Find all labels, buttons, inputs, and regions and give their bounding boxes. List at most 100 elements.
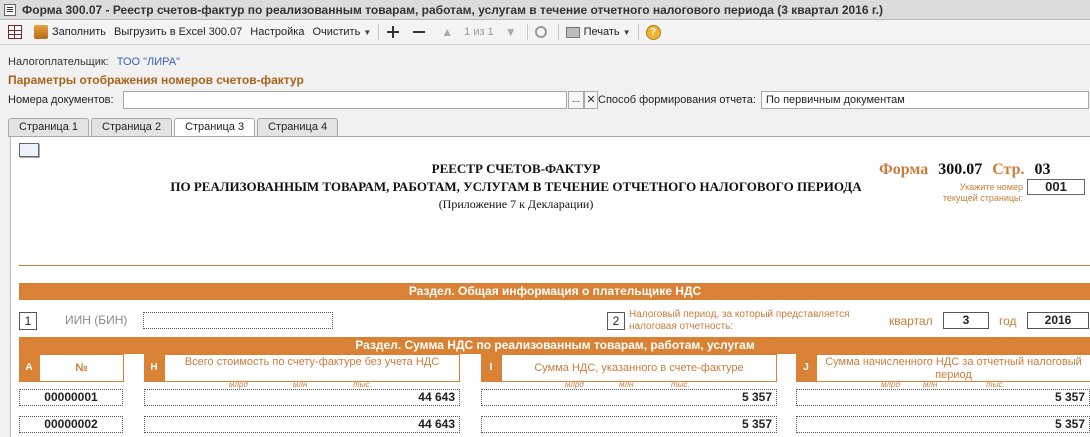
column-header-total: H Всего стоимость по счету-фактуре без у… — [144, 354, 460, 382]
method-select[interactable]: По первичным документам — [761, 91, 1089, 109]
iin-input[interactable] — [143, 312, 333, 329]
arrow-up-icon: ▲ — [441, 25, 454, 39]
cell-number[interactable]: 00000001 — [19, 389, 123, 406]
form-label: Форма — [879, 161, 929, 178]
params-title: Параметры отображения номеров счетов-фак… — [8, 73, 304, 87]
page-number-input[interactable]: 001 — [1027, 179, 1085, 195]
clear-label: Очистить — [312, 26, 361, 38]
dropdown-arrow-icon: ▼ — [622, 27, 631, 37]
add-button[interactable] — [382, 22, 408, 42]
unit-ths: тыс. — [986, 380, 1005, 389]
unit-bln: млрд — [881, 380, 900, 389]
year-input[interactable]: 2016 — [1027, 312, 1089, 329]
column-caption-vat: Сумма НДС, указанного в счете-фактуре — [501, 354, 777, 382]
unit-ths: тыс. — [671, 380, 690, 389]
report-appendix: (Приложение 7 к Декларации) — [438, 197, 594, 211]
search-button[interactable] — [531, 22, 555, 42]
sheet-selector[interactable] — [19, 143, 39, 157]
settings-label: Настройка — [250, 26, 305, 38]
fill-label: Заполнить — [52, 26, 107, 38]
cell-number[interactable]: 00000002 — [19, 416, 123, 433]
iin-label: ИИН (БИН) — [65, 313, 128, 327]
cell-total[interactable]: 44 643 — [144, 389, 460, 406]
form-icon — [4, 3, 16, 16]
form-number: 300.07 — [938, 161, 983, 178]
export-excel-button[interactable]: Выгрузить в Excel 300.07 — [110, 22, 246, 42]
docs-label: Номера документов: — [8, 94, 114, 106]
tab-page-3[interactable]: Страница 3 — [174, 118, 256, 137]
docs-browse-button[interactable]: ... — [568, 91, 584, 109]
taxpayer-label: Налогоплательщик: — [8, 56, 109, 68]
prev-page-button[interactable]: ▲ — [434, 22, 460, 42]
page-label: Стр. — [992, 161, 1025, 178]
unit-bln: млрд — [565, 380, 584, 389]
unit-mln: млн — [923, 380, 938, 389]
cell-vat[interactable]: 5 357 — [481, 389, 777, 406]
unit-mln: млн — [293, 380, 308, 389]
params-row: Номера документов: ... ✕ Способ формиров… — [8, 91, 1089, 109]
remove-button[interactable] — [408, 22, 434, 42]
minus-icon — [412, 25, 426, 39]
tab-page-2[interactable]: Страница 2 — [91, 118, 173, 136]
page-tabs: Страница 1 Страница 2 Страница 3 Страниц… — [8, 118, 340, 137]
dropdown-arrow-icon: ▼ — [363, 27, 372, 37]
section-vat-sales: Раздел. Сумма НДС по реализованным товар… — [19, 337, 1090, 354]
year-label: год — [999, 314, 1017, 328]
help-button[interactable]: ? — [642, 22, 665, 42]
help-icon: ? — [645, 24, 661, 40]
column-letter-a: A — [25, 362, 33, 373]
plus-icon — [386, 25, 400, 39]
search-icon — [534, 26, 547, 38]
docs-clear-button[interactable]: ✕ — [584, 91, 598, 109]
column-caption-number: № — [39, 354, 124, 382]
section-general-info: Раздел. Общая информация о плательщике Н… — [19, 283, 1090, 300]
tab-page-4[interactable]: Страница 4 — [257, 118, 339, 136]
table-view-button[interactable] — [4, 22, 30, 42]
column-letter-i: I — [489, 362, 493, 373]
window-titlebar: Форма 300.07 - Реестр счетов-фактур по р… — [0, 0, 1090, 20]
toolbar-separator — [378, 24, 380, 40]
clear-button[interactable]: Очистить ▼ — [308, 22, 375, 42]
quarter-label: квартал — [889, 314, 933, 328]
tab-page-1[interactable]: Страница 1 — [8, 118, 90, 136]
column-letter-j: J — [803, 362, 809, 373]
settings-button[interactable]: Настройка — [246, 22, 308, 42]
docs-number-input[interactable] — [123, 91, 567, 109]
toolbar-separator — [557, 24, 559, 40]
page-hint: Укажите номер текущей страницы: — [942, 182, 1023, 203]
field-number-1: 1 — [19, 312, 37, 330]
page-number: 03 — [1034, 161, 1051, 178]
toolbar-separator — [526, 24, 528, 40]
export-label: Выгрузить в Excel 300.07 — [114, 26, 243, 38]
cell-accrued[interactable]: 5 357 — [796, 416, 1090, 433]
unit-ths: тыс. — [353, 380, 372, 389]
fill-icon — [34, 25, 48, 39]
column-header-vat: I Сумма НДС, указанного в счете-фактуре — [481, 354, 777, 382]
column-letter-h: H — [150, 362, 158, 373]
column-header-accrued: J Сумма начисленного НДС за отчетный нал… — [796, 354, 1090, 382]
print-button[interactable]: Печать ▼ — [562, 22, 635, 42]
taxpayer-info-row: 1 ИИН (БИН) 2 Налоговый период, за котор… — [19, 309, 1090, 332]
column-caption-total: Всего стоимость по счету-фактуре без уче… — [164, 354, 460, 382]
print-label: Печать — [583, 26, 620, 38]
table-icon — [8, 25, 22, 39]
cell-total[interactable]: 44 643 — [144, 416, 460, 433]
next-page-button[interactable]: ▼ — [498, 22, 524, 42]
fill-button[interactable]: Заполнить — [30, 22, 110, 42]
cell-vat[interactable]: 5 357 — [481, 416, 777, 433]
unit-bln: млрд — [229, 380, 248, 389]
taxpayer-link[interactable]: ТОО "ЛИРА" — [117, 56, 180, 68]
column-caption-accrued: Сумма начисленного НДС за отчетный налог… — [816, 354, 1090, 382]
toolbar-separator — [637, 24, 639, 40]
period-label: Налоговый период, за который представляе… — [629, 309, 850, 332]
field-number-2: 2 — [607, 312, 625, 330]
report-sheet: РЕЕСТР СЧЕТОВ-ФАКТУР ПО РЕАЛИЗОВАННЫМ ТО… — [10, 137, 1090, 437]
divider — [19, 265, 1090, 266]
printer-icon — [565, 26, 580, 38]
form-id: Форма 300.07 Стр. 03 — [879, 161, 1050, 179]
quarter-input[interactable]: 3 — [943, 312, 989, 329]
taxpayer-row: Налогоплательщик: ТОО "ЛИРА" — [8, 56, 180, 68]
window-title: Форма 300.07 - Реестр счетов-фактур по р… — [22, 2, 883, 17]
cell-accrued[interactable]: 5 357 — [796, 389, 1090, 406]
toolbar: Заполнить Выгрузить в Excel 300.07 Настр… — [0, 20, 1090, 45]
